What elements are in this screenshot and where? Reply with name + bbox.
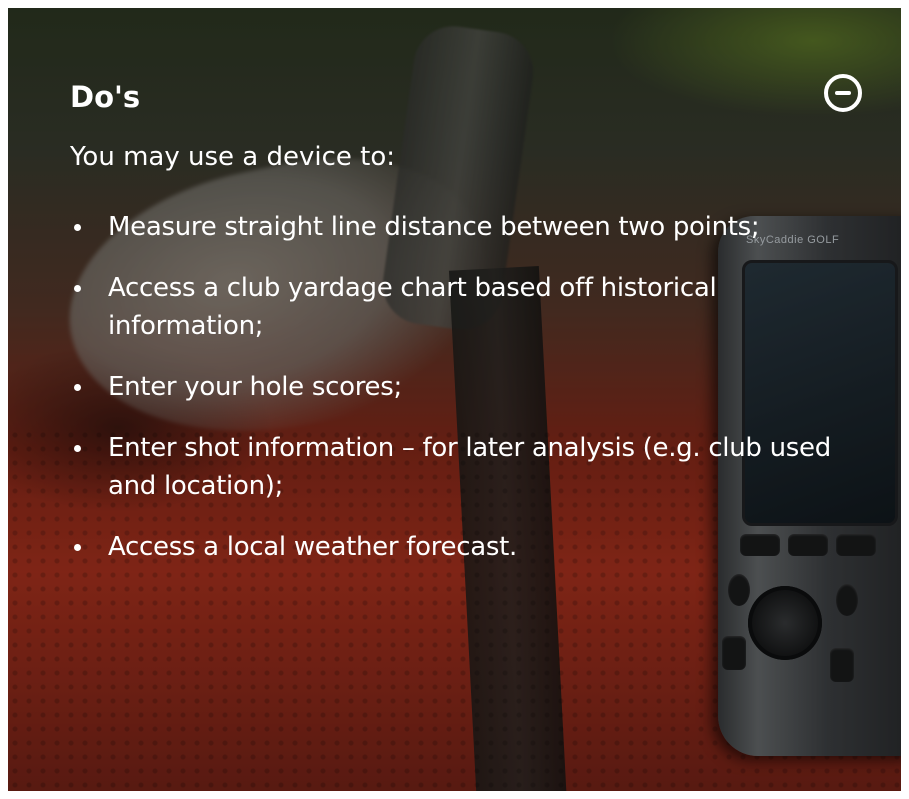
dos-panel: SkyCaddie GOLF Do's You may use a device… <box>8 8 901 791</box>
bullet-icon <box>74 285 81 292</box>
dos-list: Measure straight line distance between t… <box>70 208 850 589</box>
bullet-icon <box>74 224 81 231</box>
list-item: Access a club yardage chart based off hi… <box>70 269 850 345</box>
panel-title: Do's <box>70 80 141 114</box>
intro-text: You may use a device to: <box>70 142 395 172</box>
list-item-label: Access a local weather forecast. <box>108 532 517 562</box>
list-item-label: Measure straight line distance between t… <box>108 212 760 242</box>
bullet-icon <box>74 384 81 391</box>
dos-content: Do's You may use a device to: Measure st… <box>8 8 901 791</box>
list-item-label: Enter your hole scores; <box>108 372 402 402</box>
minus-circle-icon[interactable] <box>824 74 862 112</box>
bullet-icon <box>74 544 81 551</box>
list-item: Access a local weather forecast. <box>70 528 850 566</box>
list-item: Enter your hole scores; <box>70 368 850 406</box>
list-item: Enter shot information – for later analy… <box>70 429 850 505</box>
list-item-label: Access a club yardage chart based off hi… <box>108 273 717 341</box>
list-item-label: Enter shot information – for later analy… <box>108 433 831 501</box>
bullet-icon <box>74 445 81 452</box>
list-item: Measure straight line distance between t… <box>70 208 850 246</box>
